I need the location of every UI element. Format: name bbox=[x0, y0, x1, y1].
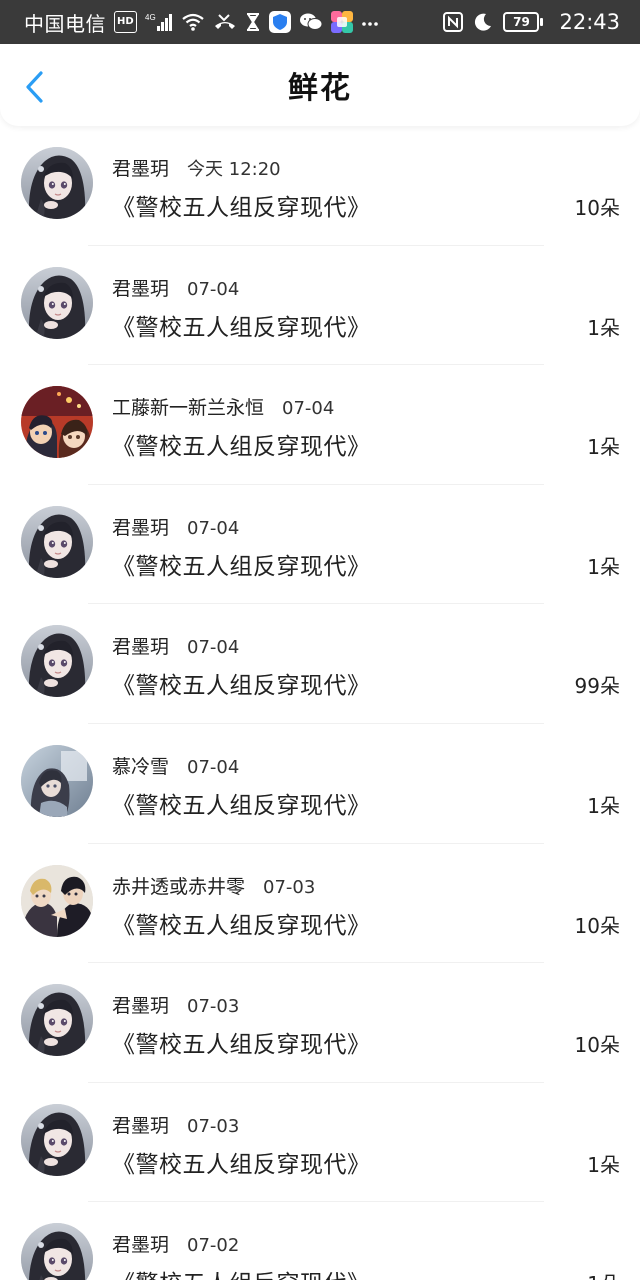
flower-list-item[interactable]: 君墨玥 07-03 《警校五人组反穿现代》 1朵 bbox=[0, 1083, 640, 1203]
flower-list-item[interactable]: 君墨玥 07-04 《警校五人组反穿现代》 99朵 bbox=[0, 604, 640, 724]
status-clock: 22:43 bbox=[559, 10, 620, 34]
item-meta: 赤井透或赤井零 07-03 bbox=[112, 872, 315, 899]
book-title: 《警校五人组反穿现代》 bbox=[112, 553, 371, 580]
book-title: 《警校五人组反穿现代》 bbox=[112, 1151, 371, 1178]
item-meta: 君墨玥 07-02 bbox=[112, 1230, 239, 1257]
status-left: 中国电信 HD 4G bbox=[24, 8, 443, 37]
avatar[interactable] bbox=[21, 625, 93, 698]
username: 君墨玥 bbox=[112, 277, 170, 300]
timestamp: 07-04 bbox=[187, 637, 240, 659]
timestamp: 07-02 bbox=[187, 1235, 240, 1257]
flower-count: 1朵 bbox=[587, 554, 620, 579]
timestamp: 07-03 bbox=[187, 1115, 240, 1137]
wechat-icon bbox=[299, 11, 323, 33]
book-title: 《警校五人组反穿现代》 bbox=[112, 434, 371, 461]
flower-list-item[interactable]: 君墨玥 07-04 《警校五人组反穿现代》 1朵 bbox=[0, 485, 640, 605]
flower-list: 君墨玥 今天 12:20 《警校五人组反穿现代》 10朵 君墨玥 07-04 《… bbox=[0, 126, 640, 1280]
item-meta: 君墨玥 07-04 bbox=[112, 274, 239, 301]
flower-count: 99朵 bbox=[574, 674, 620, 699]
flower-count: 10朵 bbox=[574, 196, 620, 220]
flower-count: 1朵 bbox=[587, 793, 620, 818]
username: 慕冷雪 bbox=[112, 755, 170, 778]
username: 君墨玥 bbox=[112, 995, 170, 1018]
avatar[interactable] bbox=[21, 147, 93, 219]
avatar[interactable] bbox=[21, 386, 93, 459]
book-title: 《警校五人组反穿现代》 bbox=[112, 912, 371, 939]
avatar[interactable] bbox=[21, 984, 93, 1057]
hourglass-icon bbox=[245, 11, 261, 33]
book-title: 《警校五人组反穿现代》 bbox=[112, 673, 371, 700]
timestamp: 今天 12:20 bbox=[187, 159, 281, 180]
more-dots-icon bbox=[361, 11, 379, 33]
colorful-app-icon bbox=[330, 11, 353, 33]
username: 君墨玥 bbox=[112, 158, 170, 180]
item-meta: 君墨玥 07-04 bbox=[112, 632, 239, 659]
username: 赤井透或赤井零 bbox=[112, 875, 246, 898]
flower-list-item[interactable]: 工藤新一新兰永恒 07-04 《警校五人组反穿现代》 1朵 bbox=[0, 365, 640, 485]
book-title: 《警校五人组反穿现代》 bbox=[112, 314, 371, 341]
page-header: 鲜花 bbox=[0, 44, 640, 126]
status-right: 79 22:43 bbox=[443, 10, 620, 34]
avatar[interactable] bbox=[21, 864, 93, 937]
flower-list-item[interactable]: 君墨玥 07-04 《警校五人组反穿现代》 1朵 bbox=[0, 246, 640, 366]
chevron-left-icon bbox=[26, 71, 43, 103]
timestamp: 07-04 bbox=[187, 278, 240, 300]
wifi-icon bbox=[181, 11, 205, 33]
flower-count: 10朵 bbox=[574, 913, 620, 938]
flower-list-item[interactable]: 君墨玥 07-02 《警校五人组反穿现代》 1朵 bbox=[0, 1202, 640, 1280]
avatar[interactable] bbox=[21, 505, 93, 578]
avatar[interactable] bbox=[21, 744, 93, 817]
item-meta: 君墨玥 07-04 bbox=[112, 513, 239, 540]
item-meta: 慕冷雪 07-04 bbox=[112, 752, 239, 779]
book-title: 《警校五人组反穿现代》 bbox=[112, 195, 371, 221]
battery-level: 79 bbox=[503, 12, 540, 32]
flower-count: 1朵 bbox=[587, 1152, 620, 1177]
nfc-icon bbox=[443, 11, 464, 33]
flower-count: 1朵 bbox=[587, 435, 620, 460]
signal-icon: 4G bbox=[145, 11, 173, 33]
item-meta: 君墨玥 今天 12:20 bbox=[112, 154, 281, 181]
item-meta: 工藤新一新兰永恒 07-04 bbox=[112, 393, 334, 420]
avatar[interactable] bbox=[21, 1103, 93, 1176]
timestamp: 07-04 bbox=[187, 756, 240, 778]
battery-icon: 79 bbox=[503, 12, 544, 32]
missed-call-icon bbox=[213, 11, 237, 33]
flower-count: 1朵 bbox=[587, 1268, 620, 1280]
moon-icon bbox=[473, 11, 493, 33]
status-bar: 中国电信 HD 4G 79 22:43 bbox=[0, 0, 640, 44]
battery-cap bbox=[540, 18, 544, 26]
page-title: 鲜花 bbox=[288, 71, 352, 106]
username: 君墨玥 bbox=[112, 636, 170, 659]
avatar[interactable] bbox=[21, 266, 93, 339]
flower-list-item[interactable]: 君墨玥 07-03 《警校五人组反穿现代》 10朵 bbox=[0, 963, 640, 1083]
timestamp: 07-04 bbox=[282, 398, 335, 420]
book-title: 《警校五人组反穿现代》 bbox=[112, 1264, 371, 1280]
timestamp: 07-03 bbox=[263, 876, 316, 898]
timestamp: 07-03 bbox=[187, 996, 240, 1018]
shield-app-icon bbox=[268, 11, 291, 33]
hd-icon: HD bbox=[114, 11, 137, 33]
carrier-label: 中国电信 bbox=[24, 11, 106, 36]
item-meta: 君墨玥 07-03 bbox=[112, 1111, 239, 1138]
username: 君墨玥 bbox=[112, 516, 170, 539]
username: 工藤新一新兰永恒 bbox=[112, 397, 265, 420]
flower-list-item[interactable]: 君墨玥 今天 12:20 《警校五人组反穿现代》 10朵 bbox=[0, 126, 640, 246]
username: 君墨玥 bbox=[112, 1234, 170, 1257]
book-title: 《警校五人组反穿现代》 bbox=[112, 792, 371, 819]
flower-count: 1朵 bbox=[587, 315, 620, 340]
flower-count: 10朵 bbox=[574, 1033, 620, 1058]
avatar[interactable] bbox=[21, 1223, 93, 1280]
username: 君墨玥 bbox=[112, 1114, 170, 1137]
flower-list-item[interactable]: 赤井透或赤井零 07-03 《警校五人组反穿现代》 10朵 bbox=[0, 844, 640, 964]
network-type-label: 4G bbox=[145, 13, 156, 22]
item-meta: 君墨玥 07-03 bbox=[112, 991, 239, 1018]
book-title: 《警校五人组反穿现代》 bbox=[112, 1032, 371, 1059]
timestamp: 07-04 bbox=[187, 517, 240, 539]
back-button[interactable] bbox=[20, 70, 50, 104]
flower-list-item[interactable]: 慕冷雪 07-04 《警校五人组反穿现代》 1朵 bbox=[0, 724, 640, 844]
